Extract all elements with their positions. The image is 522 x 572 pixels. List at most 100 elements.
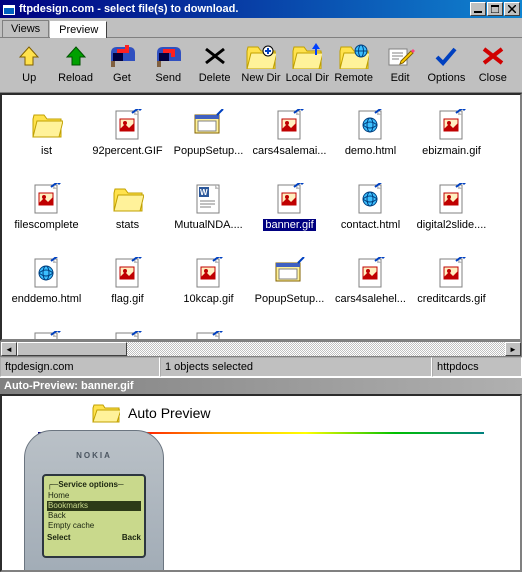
- phone-softkey-right: Back: [122, 533, 141, 543]
- file-label: PopupSetup...: [253, 293, 327, 305]
- close-x-icon: [478, 42, 508, 70]
- remote-icon: [339, 42, 369, 70]
- window-buttons: [470, 2, 520, 16]
- file-label: ebizmain.gif: [420, 145, 483, 157]
- gif-icon: [355, 257, 387, 289]
- status-bar: ftpdesign.com 1 objects selected httpdoc…: [0, 357, 522, 377]
- localdir-button[interactable]: Local Dir: [284, 42, 330, 84]
- file-item[interactable]: MutualNDA....: [168, 179, 249, 253]
- scroll-track[interactable]: [17, 342, 505, 356]
- file-item[interactable]: creditcards.gif: [411, 253, 492, 327]
- phone-softkey-left: Select: [47, 533, 71, 543]
- file-item[interactable]: filescomplete: [6, 179, 87, 253]
- window-title: ftpdesign.com - select file(s) to downlo…: [19, 3, 470, 15]
- new-folder-icon: [246, 42, 276, 70]
- scroll-right-button[interactable]: ►: [505, 342, 521, 356]
- phone-mockup: NOKIA ┌─Service options─ HomeBookmarksBa…: [24, 430, 164, 572]
- get-button[interactable]: Get: [99, 42, 145, 84]
- remote-button[interactable]: Remote: [331, 42, 377, 84]
- toolbar: Up Reload Get Send Delete New Dir Local Dir Rem…: [0, 38, 522, 93]
- app-window-icon: [193, 109, 225, 141]
- newdir-button[interactable]: New Dir: [238, 42, 284, 84]
- edit-button[interactable]: Edit: [377, 42, 423, 84]
- options-button[interactable]: Options: [423, 42, 469, 84]
- folder-icon: [112, 183, 144, 215]
- file-item[interactable]: stats: [87, 179, 168, 253]
- scroll-thumb[interactable]: [17, 342, 127, 356]
- status-selection: 1 objects selected: [160, 357, 432, 377]
- up-button[interactable]: Up: [6, 42, 52, 84]
- toolbar-label: Reload: [58, 72, 93, 84]
- gif-icon: [31, 183, 63, 215]
- file-item[interactable]: PopupSetup...: [249, 253, 330, 327]
- file-item[interactable]: ebizmain.gif: [411, 105, 492, 179]
- file-item[interactable]: ebizabout.gif: [6, 327, 87, 341]
- close-button[interactable]: [504, 2, 520, 16]
- file-label: 10kcap.gif: [181, 293, 235, 305]
- file-item[interactable]: ftp2.jpg: [168, 327, 249, 341]
- file-item[interactable]: ist: [6, 105, 87, 179]
- gif-icon: [274, 183, 306, 215]
- tab-views[interactable]: Views: [2, 20, 49, 37]
- gif-icon: [112, 257, 144, 289]
- toolbar-label: Local Dir: [286, 72, 329, 84]
- tab-bar: Views Preview: [0, 18, 522, 38]
- app-icon: [2, 2, 16, 16]
- reload-icon: [61, 42, 91, 70]
- reload-button[interactable]: Reload: [52, 42, 98, 84]
- minimize-button[interactable]: [470, 2, 486, 16]
- horizontal-scrollbar[interactable]: ◄ ►: [0, 341, 522, 357]
- file-item[interactable]: cars4salemai...: [249, 105, 330, 179]
- send-button[interactable]: Send: [145, 42, 191, 84]
- file-list-pane[interactable]: ist92percent.GIFPopupSetup...cars4salema…: [0, 93, 522, 341]
- file-item[interactable]: 92percent.GIF: [87, 105, 168, 179]
- app-window-icon: [274, 257, 306, 289]
- phone-screen: ┌─Service options─ HomeBookmarksBackEmpt…: [42, 474, 146, 558]
- file-item[interactable]: contact.html: [330, 179, 411, 253]
- gif-icon: [274, 109, 306, 141]
- file-item[interactable]: 10kcap.gif: [168, 253, 249, 327]
- toolbar-label: Send: [155, 72, 181, 84]
- phone-menu-title: ┌─Service options─: [47, 480, 141, 490]
- options-check-icon: [431, 42, 461, 70]
- file-item[interactable]: PopupSetup...: [168, 105, 249, 179]
- file-label: creditcards.gif: [415, 293, 487, 305]
- local-dir-icon: [292, 42, 322, 70]
- maximize-button[interactable]: [487, 2, 503, 16]
- toolbar-label: Delete: [199, 72, 231, 84]
- gif-icon: [193, 331, 225, 341]
- gif-icon: [112, 331, 144, 341]
- file-label: flag.gif: [109, 293, 145, 305]
- auto-preview-header: Auto Preview: [2, 396, 520, 430]
- toolbar-label: Close: [479, 72, 507, 84]
- gif-icon: [112, 109, 144, 141]
- preview-heading: Auto-Preview: banner.gif: [0, 377, 522, 394]
- toolbar-label: Get: [113, 72, 131, 84]
- toolbar-label: Remote: [334, 72, 373, 84]
- status-host: ftpdesign.com: [0, 357, 160, 377]
- html-icon: [31, 257, 63, 289]
- delete-x-icon: [200, 42, 230, 70]
- gif-icon: [436, 109, 468, 141]
- tab-preview[interactable]: Preview: [50, 21, 107, 38]
- titlebar: ftpdesign.com - select file(s) to downlo…: [0, 0, 522, 18]
- file-item[interactable]: banner.gif: [249, 179, 330, 253]
- file-label: banner.gif: [263, 219, 315, 231]
- up-arrow-icon: [14, 42, 44, 70]
- file-item[interactable]: expresscap....: [87, 327, 168, 341]
- file-label: 92percent.GIF: [90, 145, 164, 157]
- scroll-left-button[interactable]: ◄: [1, 342, 17, 356]
- file-item[interactable]: cars4salehel...: [330, 253, 411, 327]
- preview-pane: Auto Preview NOKIA ┌─Service options─ Ho…: [0, 394, 522, 572]
- file-item[interactable]: flag.gif: [87, 253, 168, 327]
- phone-brand: NOKIA: [25, 451, 163, 460]
- delete-button[interactable]: Delete: [191, 42, 237, 84]
- file-item[interactable]: digital2slide....: [411, 179, 492, 253]
- status-path: httpdocs: [432, 357, 522, 377]
- close-button[interactable]: Close: [470, 42, 516, 84]
- file-item[interactable]: enddemo.html: [6, 253, 87, 327]
- file-item[interactable]: demo.html: [330, 105, 411, 179]
- file-label: enddemo.html: [10, 293, 84, 305]
- toolbar-label: Edit: [391, 72, 410, 84]
- toolbar-label: New Dir: [241, 72, 280, 84]
